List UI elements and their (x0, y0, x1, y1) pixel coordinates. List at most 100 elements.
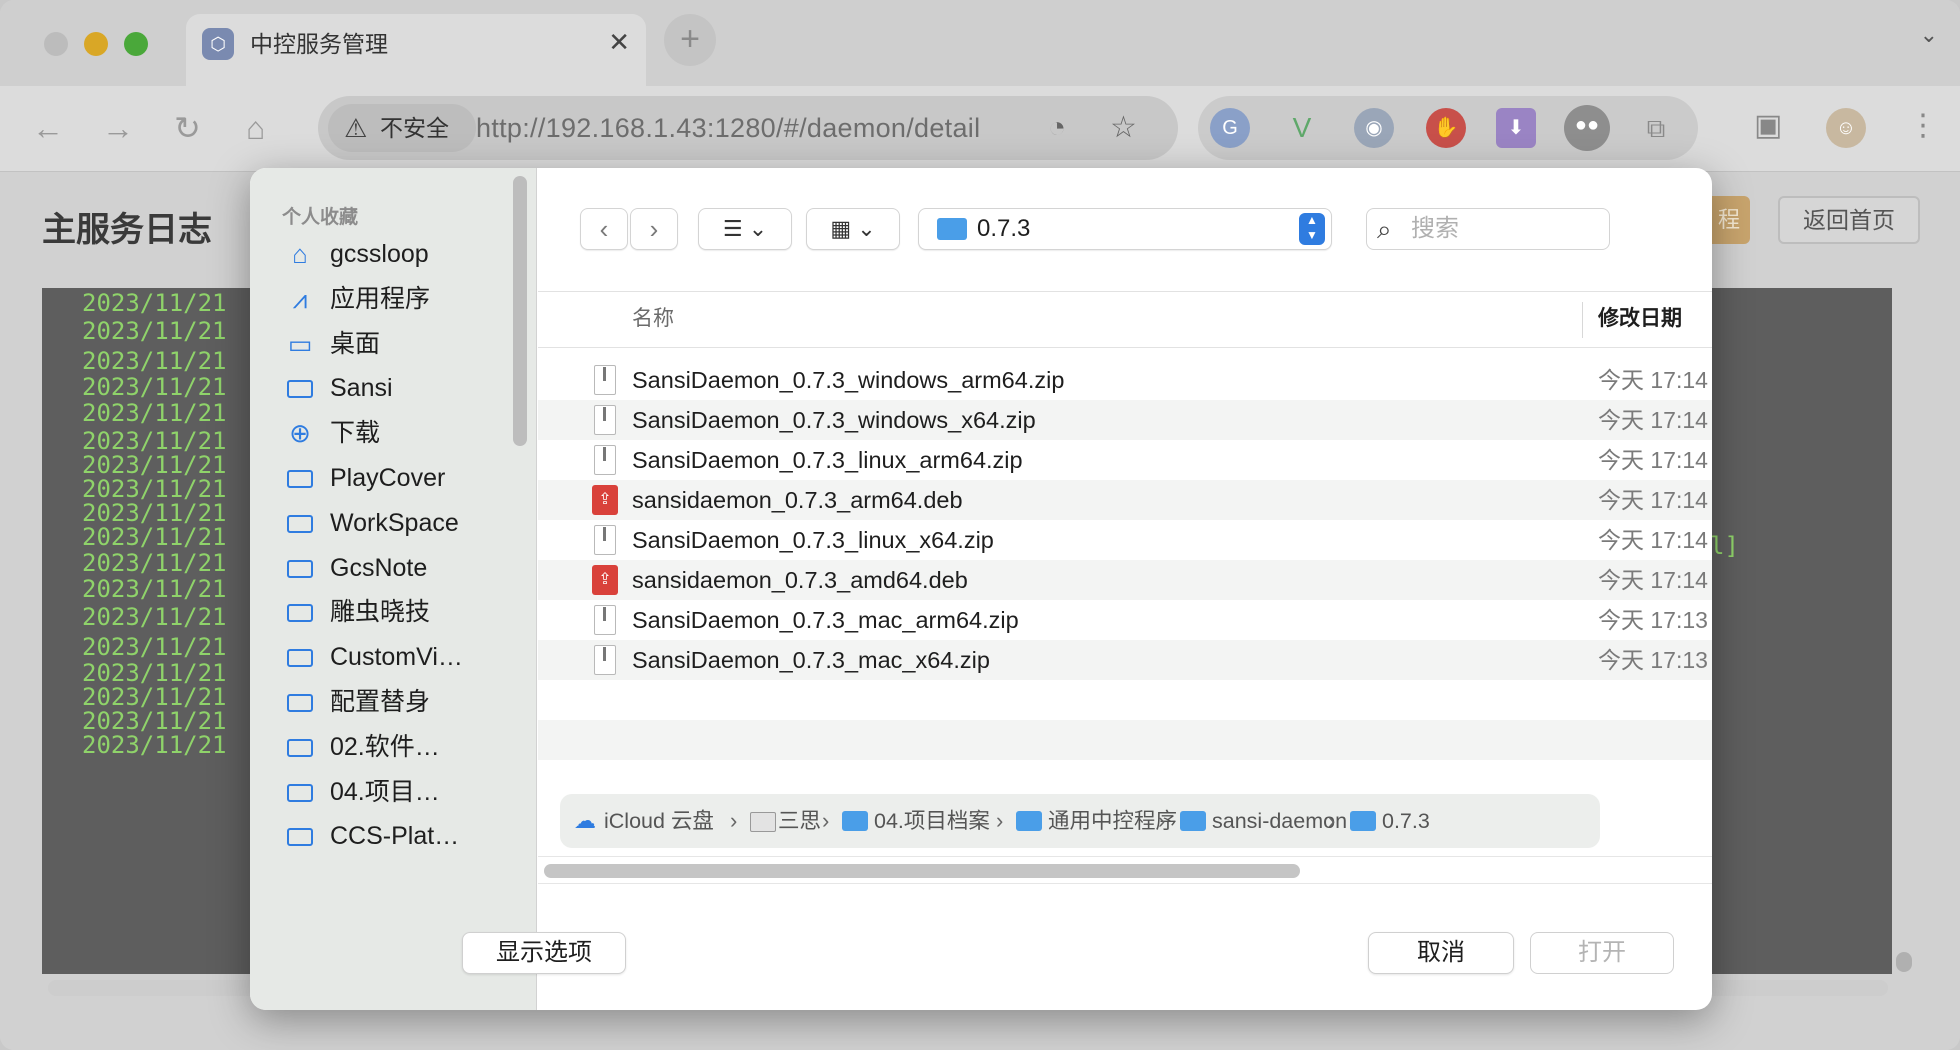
vue-devtools-icon[interactable]: V (1282, 108, 1322, 148)
log-line: 2023/11/21 (82, 603, 227, 631)
window-close-button[interactable] (44, 32, 68, 56)
tampermonkey-icon[interactable]: ●● (1564, 105, 1610, 151)
file-row[interactable]: SansiDaemon_0.7.3_mac_arm64.zip 今天 17:13 (538, 600, 1712, 640)
sidebar-item[interactable]: 04.项目… (284, 770, 524, 814)
url-text[interactable]: http://192.168.1.43:1280/#/daemon/detail (476, 112, 980, 144)
column-name-header[interactable]: 名称 (632, 304, 674, 334)
grid-view-button[interactable]: ▦ ⌄ (806, 208, 900, 250)
download-extension-icon[interactable]: ⬇ (1496, 108, 1536, 148)
file-row[interactable]: SansiDaemon_0.7.3_windows_x64.zip 今天 17:1… (538, 400, 1712, 440)
file-row[interactable]: ⇪ sansidaemon_0.7.3_arm64.deb 今天 17:14 (538, 480, 1712, 520)
file-row[interactable]: ⇪ sansidaemon_0.7.3_amd64.deb 今天 17:14 (538, 560, 1712, 600)
window-minimize-button[interactable] (84, 32, 108, 56)
translate-extension-icon[interactable]: G (1210, 108, 1250, 148)
sidebar-item-label: CustomVi… (330, 643, 463, 672)
list-view-button[interactable]: ☰ ⌄ (698, 208, 792, 250)
security-label: 不安全 (380, 115, 449, 141)
sidebar-item[interactable]: WorkSpace (284, 501, 524, 545)
window-maximize-button[interactable] (124, 32, 148, 56)
sidebar-item-label: PlayCover (330, 464, 446, 492)
file-row[interactable]: SansiDaemon_0.7.3_windows_arm64.zip 今天 17… (538, 360, 1712, 400)
search-input[interactable] (1411, 213, 1601, 245)
deb-package-icon: ⇪ (592, 485, 618, 515)
log-line: 2023/11/21 (82, 347, 227, 375)
folder-icon (284, 370, 316, 406)
column-divider[interactable] (1582, 302, 1583, 338)
sidebar-item[interactable]: 配置替身 (284, 680, 524, 724)
path-segment[interactable]: 04.项目档案 (874, 806, 990, 836)
nav-forward-button[interactable]: › (630, 208, 678, 250)
sidebar-item[interactable]: ⩘ 应用程序 (284, 277, 524, 321)
back-arrow-icon[interactable]: ← (32, 108, 64, 148)
path-chevron-icon: › (822, 808, 830, 833)
location-stepper-icon[interactable]: ▲ ▼ (1299, 213, 1325, 245)
bookmark-star-icon[interactable]: ☆ (1110, 110, 1137, 146)
path-segment[interactable]: sansi-daemon (1212, 806, 1347, 836)
extensions-puzzle-icon[interactable]: ⧉ (1636, 108, 1676, 148)
file-date: 今天 17:14 (1598, 487, 1708, 513)
desktop-icon: ▭ (287, 328, 313, 359)
browser-tab[interactable]: ⬡ 中控服务管理 ✕ (186, 14, 646, 86)
deb-package-icon: ⇪ (592, 565, 618, 595)
sidebar-item[interactable]: 雕虫晓技 (284, 590, 524, 634)
privacy-extension-icon[interactable]: ◉ (1354, 108, 1394, 148)
page-vertical-scrollbar[interactable] (1896, 952, 1912, 972)
log-line: 2023/11/21 (82, 575, 227, 603)
folder-icon (284, 818, 316, 854)
dialog-toolbar: ‹ › ☰ ⌄ ▦ ⌄ 0.7.3 ▲ ▼ ⌕ (538, 168, 1712, 292)
sidebar-item[interactable]: ⊕ 下载 (284, 411, 524, 455)
profile-avatar[interactable]: ☺ (1826, 108, 1866, 148)
home-icon[interactable]: ⌂ (246, 108, 265, 148)
reload-icon[interactable]: ↻ (174, 108, 201, 148)
sidebar-item[interactable]: GcsNote (284, 546, 524, 590)
download-icon: ⊕ (289, 418, 311, 449)
zip-archive-icon (594, 405, 616, 435)
tab-bar: ⬡ 中控服务管理 ✕ + ⌄ (0, 0, 1960, 86)
horizontal-scrollbar[interactable] (544, 864, 1300, 878)
sidebar-item[interactable]: Sansi (284, 366, 524, 410)
folder-icon (284, 639, 316, 675)
open-button[interactable]: 打开 (1530, 932, 1674, 974)
tab-close-icon[interactable]: ✕ (608, 26, 630, 58)
tab-title: 中控服务管理 (250, 31, 388, 57)
path-segment[interactable]: 0.7.3 (1382, 806, 1430, 836)
folder-icon (284, 774, 316, 810)
path-chevron-icon: › (996, 808, 1004, 833)
page-title: 主服务日志 (42, 211, 212, 249)
performance-gauge-icon[interactable]: ◔ (1048, 110, 1066, 146)
menu-kebab-icon[interactable]: ⋮ (1908, 106, 1938, 146)
file-row[interactable]: SansiDaemon_0.7.3_linux_x64.zip 今天 17:14 (538, 520, 1712, 560)
file-date: 今天 17:14 (1598, 367, 1708, 393)
file-date: 今天 17:14 (1598, 447, 1708, 473)
log-line: 2023/11/21 (82, 523, 227, 551)
sidebar-item[interactable]: 02.软件… (284, 725, 524, 769)
adblock-hand-icon[interactable]: ✋ (1426, 108, 1466, 148)
column-header: 名称 修改日期 (538, 292, 1712, 348)
new-tab-button[interactable]: + (664, 14, 716, 66)
nav-back-button[interactable]: ‹ (580, 208, 628, 250)
sidebar-item[interactable]: PlayCover (284, 456, 524, 500)
path-segment[interactable]: iCloud 云盘 (604, 806, 714, 836)
sidebar-item[interactable]: CCS-Plat… (284, 814, 524, 858)
security-indicator[interactable]: ⚠ 不安全 (328, 104, 476, 152)
file-name: SansiDaemon_0.7.3_mac_arm64.zip (632, 607, 1019, 633)
location-name: 0.7.3 (977, 215, 1031, 242)
sidebar-item[interactable]: ⌂ gcssloop (284, 232, 524, 276)
address-bar[interactable]: ⚠ 不安全 http://192.168.1.43:1280/#/daemon/… (318, 96, 1178, 160)
show-options-button[interactable]: 显示选项 (462, 932, 626, 974)
tab-search-chevron-icon[interactable]: ⌄ (1920, 22, 1938, 48)
file-row[interactable]: SansiDaemon_0.7.3_mac_x64.zip 今天 17:13 (538, 640, 1712, 680)
path-segment[interactable]: 三思 (778, 806, 821, 836)
search-box: ⌕ (1366, 208, 1610, 250)
zip-archive-icon (594, 445, 616, 475)
sidebar-item[interactable]: ▭ 桌面 (284, 322, 524, 366)
cancel-button[interactable]: 取消 (1368, 932, 1514, 974)
back-home-button[interactable]: 返回首页 (1778, 196, 1920, 244)
forward-arrow-icon[interactable]: → (102, 108, 134, 148)
column-date-header[interactable]: 修改日期 (1598, 304, 1682, 334)
sidebar-item[interactable]: CustomVi… (284, 635, 524, 679)
file-row[interactable]: SansiDaemon_0.7.3_linux_arm64.zip 今天 17:1… (538, 440, 1712, 480)
location-popup[interactable]: 0.7.3 ▲ ▼ (918, 208, 1332, 250)
sidebar-item-label: 02.软件… (330, 732, 440, 761)
sidepanel-icon[interactable]: ▣ (1754, 106, 1782, 146)
